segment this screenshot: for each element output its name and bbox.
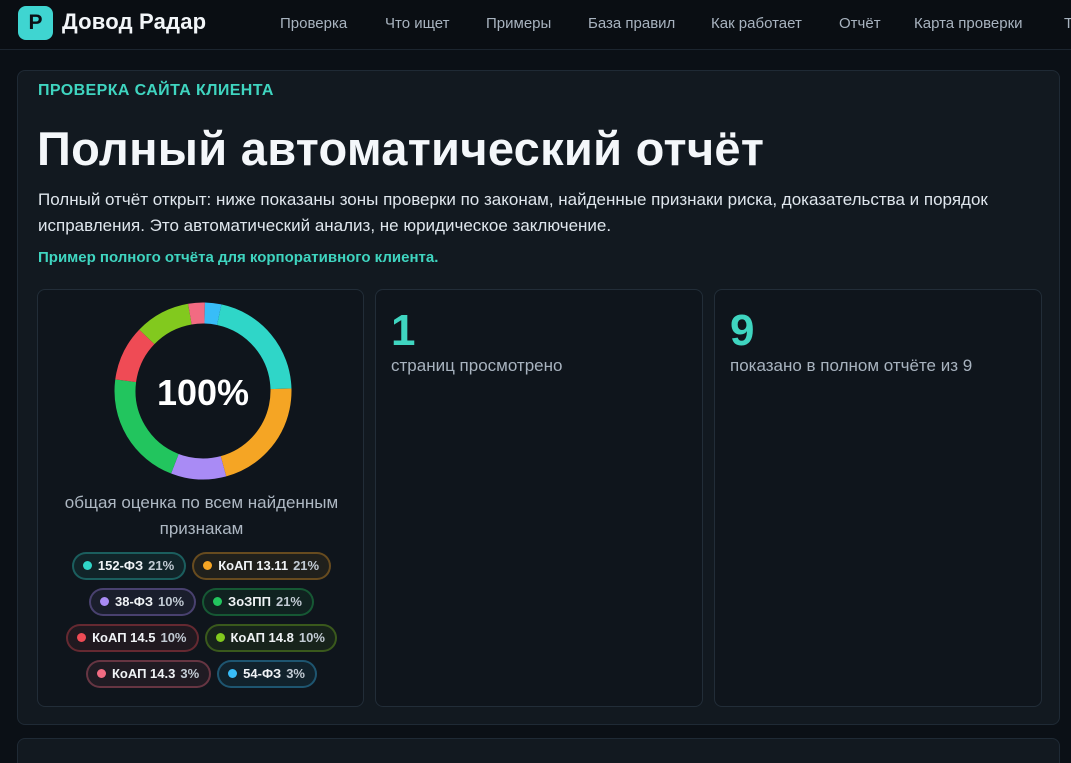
legend-value: 3% [286,666,305,681]
nav-item-what-it-finds[interactable]: Что ищет [385,15,449,32]
nav-item-check-map[interactable]: Карта проверки [914,15,1023,32]
report-description: Полный отчёт открыт: ниже показаны зоны … [38,190,988,235]
score-donut-chart: 100% [108,296,298,486]
legend-label: 152-ФЗ [97,558,144,573]
legend-row: КоАП 14.3 3% 54-ФЗ 3% [38,660,365,688]
legend-dot-icon [228,669,238,678]
legend-label: КоАП 14.3 [112,666,176,681]
pages-count: 1 [391,306,416,355]
legend-value: 21% [275,594,302,609]
legend-pill[interactable]: КоАП 14.3 3% [86,660,212,688]
legend-label: ЗоЗПП [228,594,271,609]
legend-label: 38-ФЗ [114,594,154,609]
legend-dot-icon [213,597,223,606]
section-eyebrow: ПРОВЕРКА САЙТА КЛИЕНТА [38,82,274,99]
legend-row: 38-ФЗ 10% ЗоЗПП 21% [38,588,365,616]
report-panel: ПРОВЕРКА САЙТА КЛИЕНТА Полный автоматиче… [17,70,1060,725]
legend-dot-icon [82,561,92,570]
nav-item-report[interactable]: Отчёт [839,15,881,32]
legend-pill[interactable]: КоАП 14.8 10% [204,624,337,652]
legend-dot-icon [77,633,87,642]
score-value: 100% [156,372,250,413]
nav-item-rules-base[interactable]: База правил [588,15,675,32]
legend-row: 152-ФЗ 21% КоАП 13.11 21% [38,552,365,580]
legend-label: 54-ФЗ [243,666,282,681]
legend-dot-icon [203,561,213,570]
legend-pill[interactable]: 54-ФЗ 3% [217,660,317,688]
legend-pill[interactable]: КоАП 14.5 10% [66,624,199,652]
pages-label: страниц просмотрено [391,356,563,375]
legend-value: 3% [180,666,200,681]
legend-value: 10% [298,630,325,645]
legend-label: КоАП 14.5 [92,630,156,645]
nav-item-examples[interactable]: Примеры [486,15,551,32]
nav-item-check[interactable]: Проверка [280,15,347,32]
nav-item-truncated[interactable]: Т [1064,15,1071,32]
legend-pill[interactable]: 38-ФЗ 10% [88,588,197,616]
legend-pill[interactable]: 152-ФЗ 21% [71,552,187,580]
top-navigation-bar: P Довод Радар Проверка Что ищет Примеры … [0,0,1071,50]
sample-note: Пример полного отчёта для корпоративного… [38,249,439,266]
legend-pill[interactable]: ЗоЗПП 21% [202,588,314,616]
main-nav: Проверка Что ищет Примеры База правил Ка… [0,15,1071,35]
score-caption: общая оценка по всем найденным признакам [64,493,339,538]
legend-label: КоАП 14.8 [230,630,294,645]
legend-value: 10% [158,594,185,609]
stat-card-pages: 1 страниц просмотрено [375,289,703,707]
legend-label: КоАП 13.11 [218,558,289,573]
legend-dot-icon [99,597,109,606]
findings-label: показано в полном отчёте из 9 [730,356,973,375]
page-title: Полный автоматический отчёт [37,122,765,175]
legend-row: КоАП 14.5 10% КоАП 14.8 10% [38,624,365,652]
legend-value: 21% [293,558,320,573]
legend-value: 10% [160,630,187,645]
legend-value: 21% [148,558,175,573]
stat-card-findings: 9 показано в полном отчёте из 9 [714,289,1042,707]
findings-count: 9 [730,306,755,355]
next-section-panel [17,738,1060,763]
legend-dot-icon [215,633,225,642]
score-card: 100% общая оценка по всем найденным приз… [37,289,364,707]
nav-item-how-it-works[interactable]: Как работает [711,15,802,32]
legend-pill[interactable]: КоАП 13.11 21% [192,552,332,580]
legend-dot-icon [97,669,106,678]
